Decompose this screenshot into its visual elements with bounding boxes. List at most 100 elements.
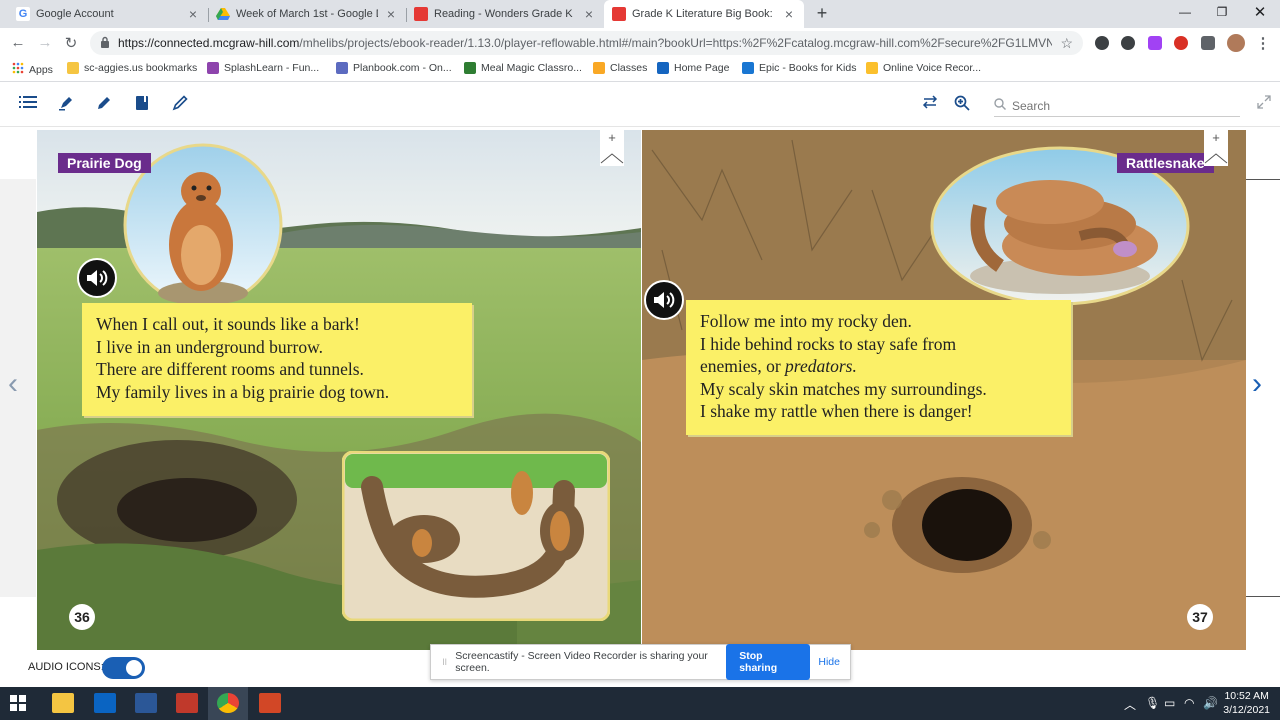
audio-speaker-icon[interactable] [77, 258, 117, 298]
chrome-icon[interactable] [217, 693, 239, 713]
extension-vpn-icon[interactable] [1121, 36, 1135, 50]
zoom-page-right-button[interactable]: + [1204, 130, 1228, 166]
forward-arrow-icon[interactable]: → [36, 34, 54, 51]
tab-google-drive[interactable]: Week of March 1st - Google Drive × [208, 0, 406, 28]
extension-shield-icon[interactable] [1095, 36, 1109, 50]
volume-icon[interactable]: 🔊 [1203, 696, 1218, 710]
tab-title: Week of March 1st - Google Drive [236, 8, 378, 20]
text-line: Follow me into my rocky den. [700, 311, 912, 331]
bookmark-star-icon[interactable]: ☆ [1060, 35, 1073, 52]
windows-start-icon[interactable] [10, 695, 26, 711]
close-tab-icon[interactable]: × [782, 6, 796, 22]
classes-icon [593, 62, 605, 74]
taskbar-clock[interactable]: 10:52 AM 3/12/2021 [1223, 689, 1270, 717]
flex-app-icon[interactable] [176, 693, 198, 713]
battery-icon[interactable]: ▭ [1164, 696, 1175, 710]
reader-search-field[interactable] [994, 95, 1240, 117]
new-tab-button[interactable]: + [812, 3, 832, 24]
text-line: My family lives in a big prairie dog tow… [96, 381, 390, 402]
bookmarks-bar: Apps sc-aggies.us bookmarks SplashLearn … [0, 58, 1280, 82]
mcgraw-hill-icon [612, 7, 626, 21]
wifi-icon[interactable]: ◠ [1184, 696, 1194, 710]
audio-speaker-icon[interactable] [644, 280, 684, 320]
voice-recorder-icon [866, 62, 878, 74]
ebook-reader: ‹ › Prairie Dog When I call out, it soun… [0, 127, 1280, 650]
pen-icon[interactable] [94, 95, 114, 115]
page-right: Rattlesnake + Follow me into my rocky de… [642, 130, 1246, 650]
bookmark-epic[interactable]: Epic - Books for Kids [742, 62, 856, 74]
restore-icon[interactable]: ❐ [1212, 5, 1232, 19]
zoom-in-icon[interactable] [952, 95, 972, 115]
pencil-icon[interactable] [170, 95, 190, 115]
google-drive-icon [216, 7, 230, 21]
url-text: https://connected.mcgraw-hill.com/mhelib… [118, 36, 1053, 50]
windows-taskbar: ︿ 🎙 ▭ ◠ 🔊 10:52 AM 3/12/2021 [0, 687, 1280, 720]
drag-handle-icon[interactable]: ॥ [441, 655, 447, 669]
notebook-icon[interactable] [132, 95, 152, 115]
page-number-36: 36 [69, 604, 95, 630]
address-bar[interactable]: https://connected.mcgraw-hill.com/mhelib… [90, 31, 1083, 55]
chrome-menu-icon[interactable]: ⋮ [1254, 34, 1272, 52]
tab-google-account[interactable]: G Google Account × [8, 0, 208, 28]
extensions-puzzle-icon[interactable] [1201, 36, 1215, 50]
profile-avatar[interactable] [1227, 34, 1245, 52]
browser-tab-strip: G Google Account × Week of March 1st - G… [0, 0, 1280, 28]
minimize-icon[interactable]: — [1175, 5, 1195, 19]
page-layout-toggle-icon[interactable] [920, 95, 940, 115]
prairie-dog-label: Prairie Dog [58, 153, 151, 173]
stop-sharing-button[interactable]: Stop sharing [726, 644, 811, 680]
close-tab-icon[interactable]: × [186, 6, 200, 22]
lock-icon [100, 36, 110, 51]
apps-grid-icon [12, 62, 24, 77]
bookmark-apps[interactable]: Apps [12, 62, 53, 77]
hide-button[interactable]: Hide [818, 656, 840, 668]
bookmark-meal-magic[interactable]: Meal Magic Classro... [464, 62, 582, 74]
text-line: When I call out, it sounds like a bark! [96, 314, 360, 334]
file-explorer-icon[interactable] [52, 693, 74, 713]
outlook-icon[interactable] [94, 693, 116, 713]
bookmark-online-voice[interactable]: Online Voice Recor... [866, 62, 981, 74]
microphone-icon[interactable]: 🎙 [1145, 696, 1160, 710]
text-line: My scaly skin matches my surroundings. [700, 378, 987, 399]
bookmark-splashlearn[interactable]: SplashLearn - Fun... [207, 62, 319, 74]
text-line: I hide behind rocks to stay safe from [700, 333, 957, 354]
browser-toolbar: ← → ↻ https://connected.mcgraw-hill.com/… [0, 28, 1280, 58]
planbook-icon [336, 62, 348, 74]
close-tab-icon[interactable]: × [582, 6, 596, 22]
bookmark-home-page[interactable]: Home Page [657, 62, 729, 74]
close-tab-icon[interactable]: × [384, 6, 398, 22]
page-number-37: 37 [1187, 604, 1213, 630]
back-arrow-icon[interactable]: ← [9, 34, 27, 51]
tab-title: Grade K Literature Big Book: Bea [632, 8, 776, 20]
fullscreen-icon[interactable] [1254, 95, 1274, 115]
search-icon [994, 98, 1006, 113]
splashlearn-icon [207, 62, 219, 74]
folder-icon [67, 62, 79, 74]
extension-puzzle-purple-icon[interactable] [1148, 36, 1162, 50]
rattlesnake-text-box: Follow me into my rocky den. I hide behi… [686, 300, 1071, 435]
home-page-icon [657, 62, 669, 74]
predators-italic-word: predators. [785, 356, 857, 377]
table-of-contents-icon[interactable] [18, 95, 38, 115]
zoom-page-left-button[interactable]: + [600, 130, 624, 166]
tab-reading-wonders[interactable]: Reading - Wonders Grade K × [406, 0, 604, 28]
reload-icon[interactable]: ↻ [62, 34, 80, 52]
powerpoint-icon[interactable] [259, 693, 281, 713]
tray-chevron-icon[interactable]: ︿ [1124, 696, 1136, 713]
word-icon[interactable] [135, 693, 157, 713]
bookmark-sc-aggies[interactable]: sc-aggies.us bookmarks [67, 62, 197, 74]
screencastify-share-bar: ॥ Screencastify - Screen Video Recorder … [430, 644, 851, 680]
highlighter-icon[interactable] [56, 95, 76, 115]
tab-big-book-active[interactable]: Grade K Literature Big Book: Bea × [604, 0, 804, 28]
search-input[interactable] [1012, 98, 1212, 113]
next-page-arrow-icon[interactable]: › [1252, 367, 1262, 401]
extension-screencastify-icon[interactable] [1174, 36, 1188, 50]
close-window-icon[interactable]: ✕ [1250, 3, 1270, 21]
prairie-dog-text-box: When I call out, it sounds like a bark! … [82, 303, 472, 416]
text-line: There are different rooms and tunnels. [96, 359, 364, 380]
previous-page-arrow-icon[interactable]: ‹ [8, 367, 18, 401]
bookmark-planbook[interactable]: Planbook.com - On... [336, 62, 452, 74]
audio-icons-toggle[interactable] [102, 657, 145, 679]
left-margin [0, 179, 36, 597]
bookmark-classes[interactable]: Classes [593, 62, 647, 74]
